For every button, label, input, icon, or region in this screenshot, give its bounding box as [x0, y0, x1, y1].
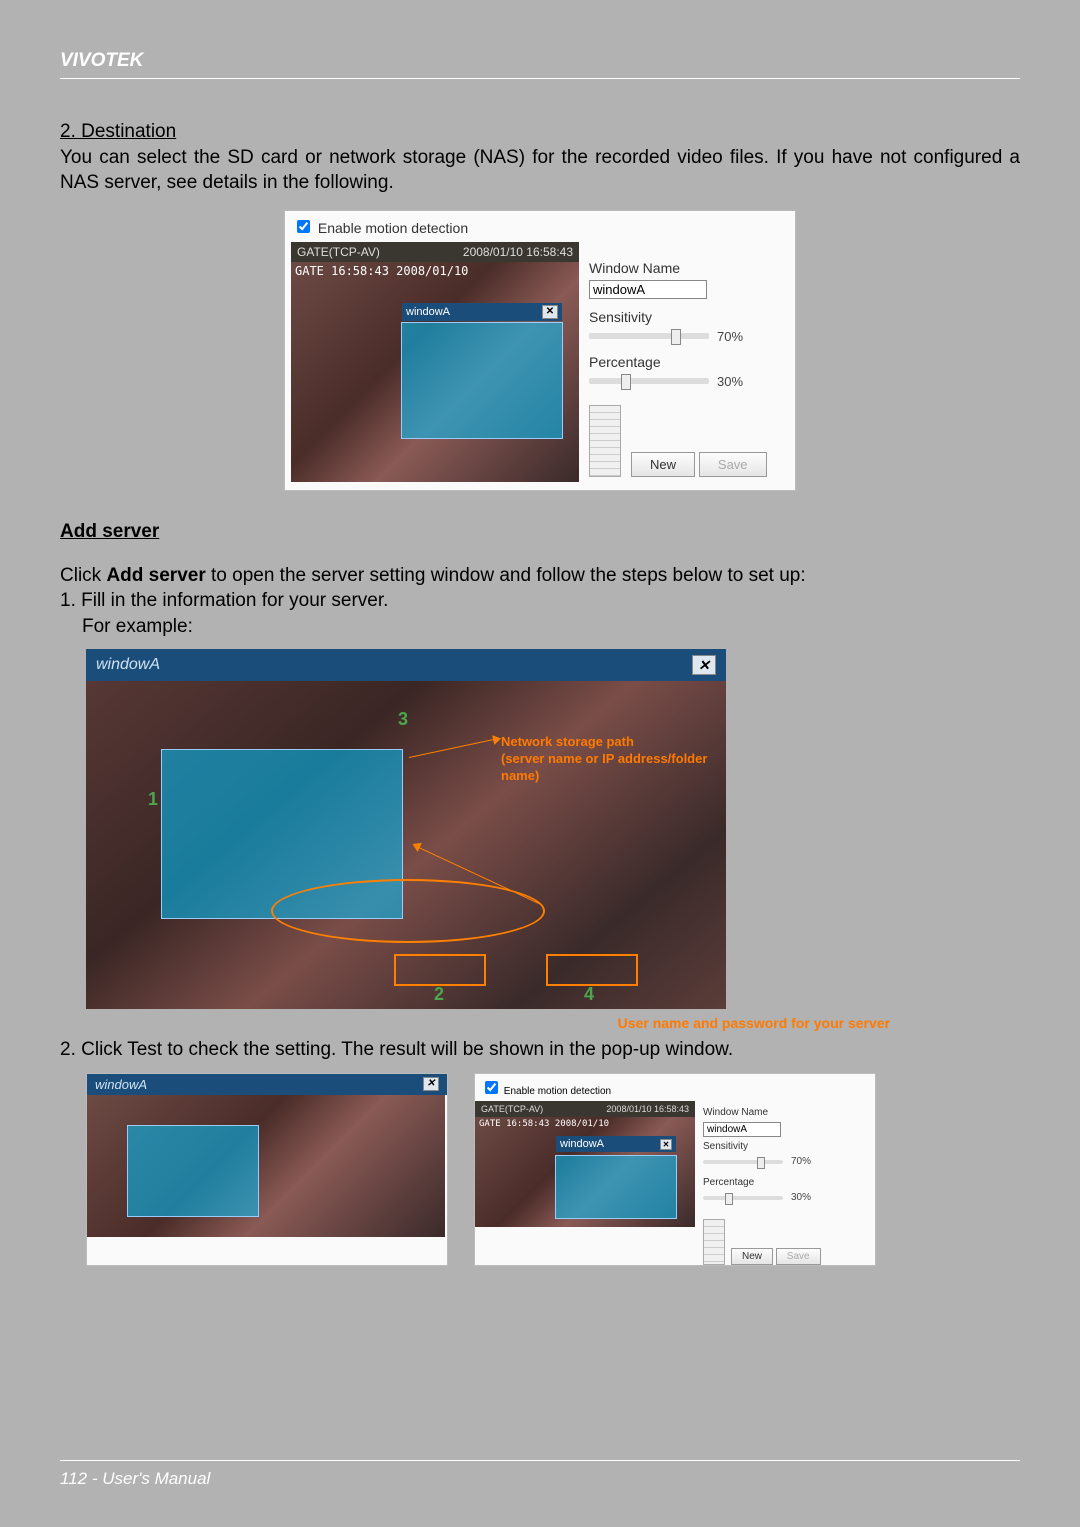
step2-text: 2. Click Test to check the setting. The … — [60, 1037, 1020, 1063]
page-footer: 112 - User's Manual — [60, 1460, 1020, 1489]
add-server-bold: Add server — [106, 565, 205, 586]
percentage-slider-small[interactable] — [703, 1196, 783, 1200]
sensitivity-slider-small[interactable] — [703, 1160, 783, 1164]
text-click: Click — [60, 565, 106, 586]
close-icon[interactable]: ✕ — [542, 305, 558, 319]
enable-motion-label-small: Enable motion detection — [504, 1086, 611, 1097]
brand-header: VIVOTEK — [60, 50, 1020, 79]
sensitivity-label: Sensitivity — [589, 309, 789, 325]
server-setting-figure: windowA ✕ 3 Network storage path (server… — [86, 649, 726, 1009]
activity-bargraph — [589, 405, 621, 477]
percentage-label: Percentage — [589, 354, 789, 370]
close-icon[interactable]: ✕ — [692, 655, 716, 675]
small-video-preview — [87, 1095, 445, 1237]
motion-detection-panel: Enable motion detection GATE(TCP-AV) 200… — [284, 210, 796, 491]
video-preview-small: GATE 16:58:43 2008/01/10 windowA ✕ — [475, 1117, 695, 1227]
new-button[interactable]: New — [631, 452, 695, 477]
percentage-slider[interactable] — [589, 378, 709, 384]
fig2-title: windowA — [96, 656, 160, 674]
stream-name-small: GATE(TCP-AV) — [481, 1104, 543, 1114]
text-click-post: to open the server setting window and fo… — [206, 565, 806, 586]
percentage-label-small: Percentage — [703, 1177, 869, 1188]
rect-highlight-2 — [394, 954, 486, 986]
stream-timestamp-small: 2008/01/10 16:58:43 — [606, 1104, 689, 1114]
motion-window-a-small[interactable]: windowA ✕ — [555, 1155, 677, 1219]
sensitivity-value: 70% — [717, 329, 743, 344]
video-preview: GATE 16:58:43 2008/01/10 windowA ✕ — [291, 262, 579, 482]
callout-3: 3 — [398, 709, 408, 730]
selection-rect — [127, 1125, 259, 1217]
percentage-value-small: 30% — [791, 1192, 811, 1203]
video-overlay-text: GATE 16:58:43 2008/01/10 — [295, 264, 468, 278]
callout-2: 2 — [434, 984, 444, 1005]
percentage-value: 30% — [717, 374, 743, 389]
motion-window-label-small: windowA — [560, 1138, 604, 1150]
motion-panel-small: Enable motion detection GATE(TCP-AV) 200… — [474, 1073, 876, 1266]
motion-window-a[interactable]: windowA ✕ — [401, 322, 563, 439]
add-server-heading: Add server — [60, 521, 159, 542]
rect-highlight-4 — [546, 954, 638, 986]
popup-result-figure: windowA ✕ — [86, 1073, 448, 1266]
oval-highlight — [271, 879, 545, 943]
video-overlay-text-small: GATE 16:58:43 2008/01/10 — [479, 1119, 609, 1129]
save-button-small[interactable]: Save — [776, 1248, 821, 1265]
username-password-caption: User name and password for your server — [60, 1015, 890, 1031]
callout-4: 4 — [584, 984, 594, 1005]
section-heading: 2. Destination — [60, 119, 1020, 145]
sensitivity-label-small: Sensitivity — [703, 1141, 869, 1152]
callout-1: 1 — [148, 789, 158, 810]
stream-name: GATE(TCP-AV) — [297, 245, 380, 259]
activity-bargraph-small — [703, 1219, 725, 1265]
motion-window-label: windowA — [406, 306, 450, 318]
step1-line1: 1. Fill in the information for your serv… — [60, 588, 1020, 614]
section-paragraph: You can select the SD card or network st… — [60, 145, 1020, 196]
arrow-line — [409, 738, 499, 758]
window-name-input-small[interactable] — [703, 1122, 781, 1137]
enable-motion-checkbox[interactable] — [297, 220, 310, 233]
enable-motion-label: Enable motion detection — [318, 220, 468, 236]
window-name-label-small: Window Name — [703, 1107, 869, 1118]
stream-timestamp: 2008/01/10 16:58:43 — [463, 245, 573, 259]
label-network-path: Network storage path (server name or IP … — [501, 734, 726, 785]
enable-motion-checkbox-small[interactable] — [485, 1081, 498, 1094]
window-name-label: Window Name — [589, 260, 789, 276]
save-button[interactable]: Save — [699, 452, 767, 477]
close-icon[interactable]: ✕ — [423, 1077, 439, 1091]
close-icon[interactable]: ✕ — [660, 1139, 672, 1150]
window-name-input[interactable] — [589, 280, 707, 299]
sensitivity-value-small: 70% — [791, 1156, 811, 1167]
step1-line2: For example: — [60, 614, 1020, 640]
small-left-title: windowA — [95, 1077, 147, 1092]
sensitivity-slider[interactable] — [589, 333, 709, 339]
new-button-small[interactable]: New — [731, 1248, 773, 1265]
